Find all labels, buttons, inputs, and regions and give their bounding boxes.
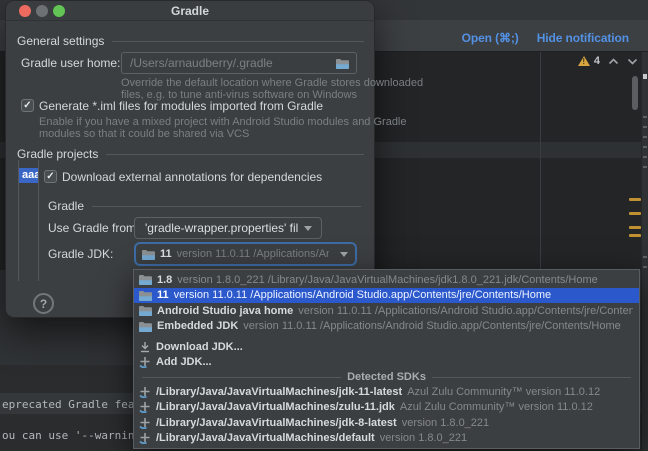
gradle-user-home-field[interactable]: /Users/arnaudberry/.gradle	[121, 52, 357, 74]
dialog-title: Gradle	[171, 4, 209, 18]
gutter-mark	[643, 116, 647, 118]
section-general-settings: General settings	[17, 34, 364, 48]
gradle-jdk-value-detail: version 11.0.11 /Applications/Android	[177, 248, 329, 260]
add-icon	[139, 432, 151, 444]
download-icon	[139, 341, 151, 353]
warning-icon	[578, 56, 590, 66]
use-gradle-from-label: Use Gradle from:	[48, 221, 139, 235]
jdk-option[interactable]: Android Studio java home version 11.0.11…	[134, 303, 639, 319]
gutter-mark	[643, 136, 647, 138]
gradle-jdk-value-name: 11	[160, 248, 172, 260]
jdk-option[interactable]: 1.8 version 1.8.0_221 /Library/Java/Java…	[134, 272, 639, 288]
scrollbar-thumb[interactable]	[632, 76, 638, 110]
chevron-up-icon[interactable]	[608, 58, 619, 65]
gradle-user-home-label: Gradle user home:	[21, 56, 120, 70]
chevron-down-icon[interactable]	[627, 58, 638, 65]
hide-notification-link[interactable]: Hide notification	[537, 31, 629, 45]
console-text-line1: eprecated Gradle featu	[2, 398, 148, 411]
gutter-mark	[643, 156, 647, 158]
gradle-jdk-combo[interactable]: 11 version 11.0.11 /Applications/Android	[134, 242, 357, 266]
section-gradle-projects: Gradle projects	[17, 147, 364, 161]
gradle-jdk-label: Gradle JDK:	[48, 247, 113, 261]
add-jdk-action[interactable]: Add JDK...	[134, 355, 639, 371]
use-gradle-from-combo[interactable]: 'gradle-wrapper.properties' file	[134, 217, 322, 239]
warning-stripe-mark[interactable]	[629, 234, 641, 237]
open-link[interactable]: Open (⌘;)	[462, 31, 519, 45]
console-text-line2: ou can use '--warning-m	[2, 429, 154, 442]
jdk-option-selected[interactable]: 11 version 11.0.11 /Applications/Android…	[134, 288, 639, 304]
gutter-mark	[643, 166, 647, 168]
generate-iml-help-2: modules so that it could be shared via V…	[39, 128, 249, 140]
right-gutter	[641, 52, 648, 451]
help-button[interactable]: ?	[33, 293, 54, 314]
generate-iml-help-1: Enable if you have a mixed project with …	[39, 116, 407, 128]
add-icon	[139, 386, 151, 398]
warning-stripe-mark[interactable]	[629, 212, 641, 215]
minimize-window-button[interactable]	[36, 5, 48, 17]
detected-sdks-separator: Detected SDKs	[134, 370, 639, 384]
jdk-icon	[139, 274, 152, 285]
combo-arrow-icon	[304, 226, 312, 231]
problems-widget: 4	[578, 55, 638, 67]
section-gradle: Gradle	[48, 199, 361, 213]
gradle-project-item[interactable]: aaa	[19, 168, 38, 183]
close-window-button[interactable]	[19, 5, 31, 17]
detected-sdk-option[interactable]: /Library/Java/JavaVirtualMachines/defaul…	[134, 431, 639, 447]
dialog-titlebar: Gradle	[6, 1, 374, 21]
gutter-mark	[643, 266, 647, 268]
detected-sdk-option[interactable]: /Library/Java/JavaVirtualMachines/zulu-1…	[134, 400, 639, 416]
detected-sdk-option[interactable]: /Library/Java/JavaVirtualMachines/jdk-8-…	[134, 415, 639, 431]
jdk-option[interactable]: Embedded JDK version 11.0.11 /Applicatio…	[134, 319, 639, 335]
gutter-mark	[643, 146, 647, 148]
traffic-lights	[19, 5, 65, 17]
use-gradle-from-value: 'gradle-wrapper.properties' file	[145, 221, 298, 235]
screenshot-root: Open (⌘;) Hide notification eprecated Gr…	[0, 0, 648, 451]
jdk-icon	[142, 249, 155, 260]
detected-sdk-option[interactable]: /Library/Java/JavaVirtualMachines/jdk-11…	[134, 384, 639, 400]
add-icon	[139, 401, 151, 413]
download-annotations-checkbox[interactable]: ✓	[44, 170, 57, 183]
panel-divider	[540, 52, 541, 270]
warning-stripe-mark[interactable]	[629, 226, 641, 229]
gradle-user-home-value: /Users/arnaudberry/.gradle	[130, 56, 336, 70]
generate-iml-label[interactable]: Generate *.iml files for modules importe…	[39, 99, 323, 113]
jdk-dropdown-popup: 1.8 version 1.8.0_221 /Library/Java/Java…	[133, 269, 640, 449]
combo-arrow-icon	[340, 252, 348, 257]
generate-iml-checkbox[interactable]: ✓	[21, 99, 34, 112]
download-annotations-label[interactable]: Download external annotations for depend…	[62, 170, 322, 184]
gutter-mark	[643, 126, 647, 128]
warning-stripe-mark[interactable]	[629, 198, 641, 201]
jdk-icon	[139, 290, 152, 301]
gutter-mark	[643, 256, 647, 258]
warning-count: 4	[594, 55, 600, 67]
folder-icon[interactable]	[336, 58, 349, 69]
jdk-icon	[139, 321, 152, 332]
add-icon	[139, 417, 151, 429]
jdk-icon	[139, 305, 152, 316]
download-jdk-action[interactable]: Download JDK...	[134, 339, 639, 355]
gutter-mark	[643, 74, 647, 79]
add-icon	[139, 356, 151, 368]
user-home-help-1: Override the default location where Grad…	[121, 77, 423, 89]
zoom-window-button[interactable]	[53, 5, 65, 17]
